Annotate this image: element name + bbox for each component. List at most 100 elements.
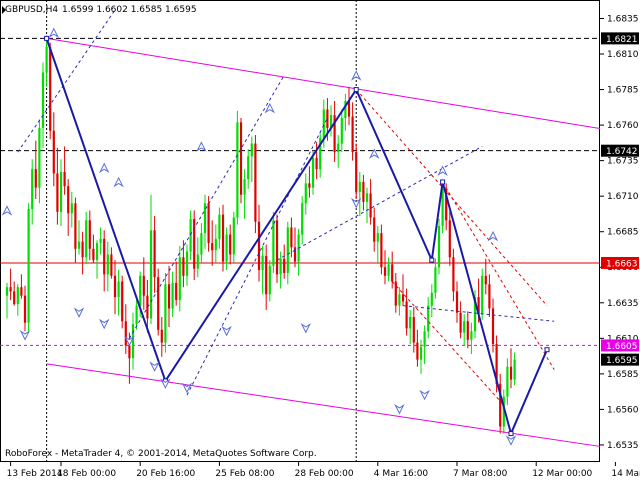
price-tick-label: 1.6710 [607,192,639,202]
candle-body [121,281,124,322]
candle-body [59,172,63,212]
candle-body [293,247,297,262]
time-tick-label: 20 Feb 16:00 [136,469,195,479]
chart-symbol-label: GBPUSD,H4 [5,5,58,15]
candle-body [95,243,99,261]
price-tick-label: 1.6535 [607,441,639,451]
time-tick-label: 18 Feb 00:00 [57,469,116,479]
candle-body [236,122,239,218]
candle-body [135,305,138,325]
candle-body [85,220,88,258]
candle-body [49,46,52,131]
candle-body [481,275,484,315]
candle-body [268,265,271,295]
chart-background [0,0,640,480]
candle-body [373,217,376,242]
candle-body [52,130,55,174]
candle-body [434,267,437,293]
candle-body [376,233,379,242]
candle-body [391,264,394,282]
candle-body [157,277,160,330]
candle-body [106,254,109,275]
price-level-tag-label: 1.6821 [606,35,638,45]
candle-body [182,257,185,276]
candle-body [160,329,163,343]
candle-body [171,282,174,309]
candle-body [437,226,441,268]
wave-point-marker [440,179,446,185]
wave-point-marker [429,257,435,263]
copyright-label: RoboForex - MetaTrader 4, © 2001-2014, M… [5,449,317,459]
candle-body [34,169,37,188]
candle-body [110,254,113,276]
candle-body [430,292,433,306]
candle-body [275,220,279,275]
candle-body [185,251,189,276]
price-tick-label: 1.6760 [607,121,639,131]
candle-body [232,217,235,255]
candle-body [254,143,257,222]
candle-body [81,241,84,258]
candle-body [261,255,264,271]
candle-body [149,230,153,319]
candle-body [365,193,369,202]
candle-body [491,308,495,345]
price-chart[interactable]: 1.6835 1.6810 1.6785 1.6760 1.6735 1.6710 1.66… [0,0,640,480]
candle-body [301,203,304,235]
candle-body [214,238,217,251]
candle-body [304,183,307,204]
candle-body [139,275,142,306]
candle-body [290,227,293,248]
candle-body [463,321,466,333]
candle-body [337,143,340,153]
candle-body [308,183,311,188]
price-tick-label: 1.6560 [607,405,639,415]
candle-body [315,157,318,170]
price-tick-label: 1.6810 [607,50,639,60]
wave-point-marker [44,35,50,41]
candle-body [257,221,261,271]
candle-body [23,295,27,323]
candle-body [229,234,232,255]
time-tick-label: 13 Feb 2014 [7,469,63,479]
candle-body [45,46,48,73]
price-level-tag-label: 1.6605 [606,342,638,352]
time-tick-label: 28 Feb 00:00 [295,469,354,479]
candle-body [409,317,412,329]
candle-body [38,127,41,188]
candle-body [92,248,95,261]
candle-body [247,156,250,180]
candle-body [128,345,131,359]
price-level-tag-label: 1.6595 [606,356,638,366]
candle-body [124,321,127,346]
price-level-tag-label: 1.6663 [606,259,638,269]
candle-body [74,203,77,249]
candle-body [131,324,135,359]
candle-body [466,321,469,340]
time-tick-label: 7 Mar 08:00 [453,469,508,479]
time-tick-label: 4 Mar 16:00 [374,469,429,479]
candle-body [311,157,315,188]
candle-body [225,234,228,262]
candle-body [200,233,203,255]
candle-body [427,305,430,332]
candle-body [509,366,513,380]
candle-body [153,230,156,278]
candle-body [286,227,289,273]
candle-body [56,173,59,212]
price-tick-label: 1.6685 [607,228,639,238]
price-tick-label: 1.6735 [607,157,639,167]
candle-body [380,233,383,268]
candle-body [5,287,9,296]
candle-body [63,172,66,187]
candle-body [196,254,199,269]
candle-body [419,346,423,360]
price-tick-label: 1.6835 [607,14,639,24]
time-tick-label: 12 Mar 00:00 [532,469,592,479]
candle-body [113,275,117,298]
candle-body [394,281,397,306]
candle-body [452,257,455,292]
price-tick-label: 1.6585 [607,370,639,380]
candle-body [243,179,246,195]
candle-body [41,72,45,128]
